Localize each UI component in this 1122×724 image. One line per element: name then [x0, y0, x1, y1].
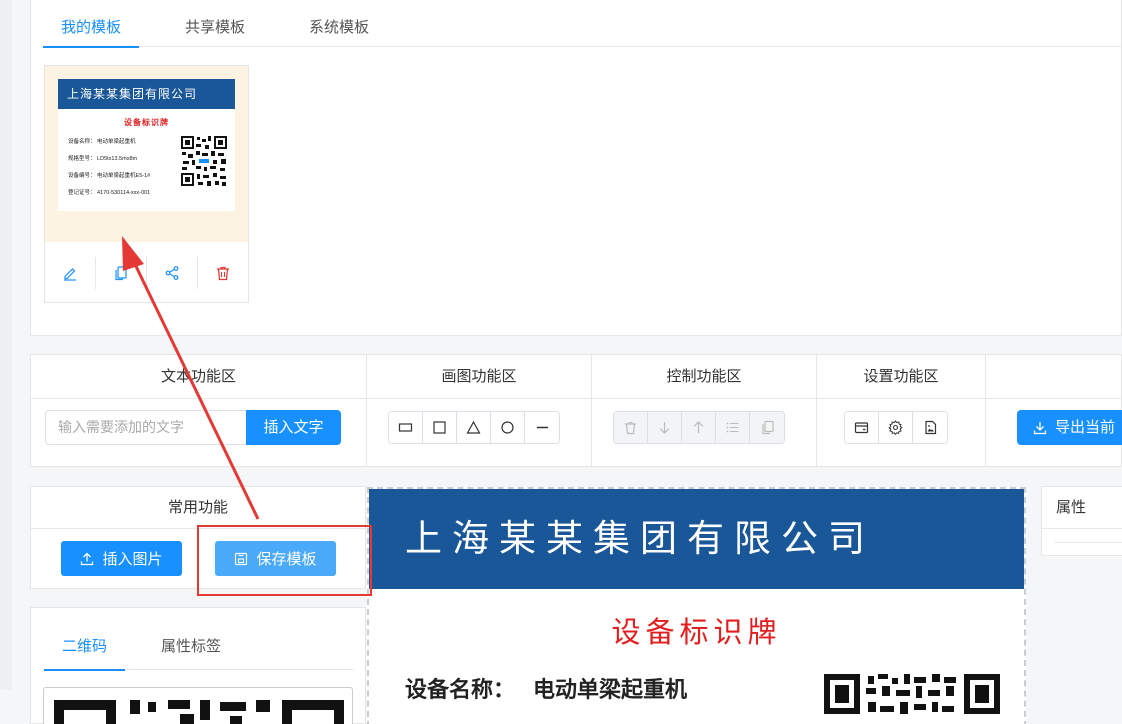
- arrow-down-icon: [659, 422, 670, 434]
- tab-shared-templates[interactable]: 共享模板: [167, 0, 263, 47]
- image-file-icon: [924, 420, 936, 435]
- draw-rect-button[interactable]: [389, 412, 423, 443]
- insert-image-label: 插入图片: [102, 551, 163, 568]
- layer-list-button[interactable]: [716, 412, 750, 443]
- properties-panel: 属性: [1041, 486, 1122, 556]
- tab-my-templates[interactable]: 我的模板: [43, 0, 140, 48]
- gear-icon: [888, 420, 903, 435]
- properties-title: 属性: [1042, 487, 1122, 529]
- card-settings-button[interactable]: [845, 412, 879, 443]
- draw-area-title: 画图功能区: [367, 355, 591, 399]
- arrow-up-icon: [693, 421, 704, 433]
- list-icon: [726, 422, 739, 433]
- preview-company: 上海某某集团有限公司: [58, 79, 235, 109]
- delete-icon: [625, 421, 636, 435]
- template-thumbnail[interactable]: 上海某某集团有限公司 设备标识牌 设备名称： 电动单梁起重机 规格型号： LD5…: [45, 66, 248, 242]
- canvas-qr-code[interactable]: [824, 674, 1000, 724]
- canvas-device-name-row[interactable]: 设备名称： 电动单梁起重机: [405, 672, 687, 704]
- draw-circle-button[interactable]: [491, 412, 525, 443]
- move-down-button[interactable]: [648, 412, 682, 443]
- image-settings-button[interactable]: [913, 412, 947, 443]
- design-canvas[interactable]: 上海某某集团有限公司 设备标识牌 设备名称： 电动单梁起重机: [367, 487, 1026, 724]
- draw-function-area: 画图功能区: [367, 355, 592, 466]
- preview-row: 设备编号： 电动单梁起重机E5-1#: [68, 173, 151, 179]
- control-area-title: 控制功能区: [592, 355, 816, 399]
- common-functions-title: 常用功能: [31, 487, 365, 529]
- copy-icon: [761, 420, 774, 435]
- download-icon: [1033, 421, 1047, 434]
- draw-tools: [388, 411, 560, 444]
- copy-icon: [115, 265, 127, 280]
- text-input[interactable]: 输入需要添加的文字: [45, 410, 247, 445]
- highlight-box: [197, 525, 372, 596]
- qr-panel: 二维码 属性标签: [30, 607, 366, 724]
- edit-template-button[interactable]: [45, 256, 96, 289]
- duplicate-element-button[interactable]: [750, 412, 784, 443]
- text-function-area: 文本功能区 输入需要添加的文字 插入文字: [31, 355, 367, 466]
- draw-line-button[interactable]: [525, 412, 559, 443]
- preview-row: 规格型号： LD5tx13.5mx8m: [68, 156, 138, 162]
- square-icon: [433, 421, 446, 434]
- line-icon: [536, 426, 548, 429]
- qr-tabs: 二维码 属性标签: [44, 608, 354, 671]
- canvas-company-header[interactable]: 上海某某集团有限公司: [369, 489, 1024, 589]
- qr-code-image: [54, 700, 344, 724]
- preview-rows: 设备名称： 电动单梁起重机 规格型号： LD5tx13.5mx8m 设备编号： …: [68, 134, 150, 202]
- qr-code-preview[interactable]: [43, 687, 353, 724]
- template-card[interactable]: 上海某某集团有限公司 设备标识牌 设备名称： 电动单梁起重机 规格型号： LD5…: [44, 65, 249, 303]
- template-tabs: 我的模板 共享模板 系统模板: [43, 0, 1122, 48]
- export-label: 导出当前: [1055, 419, 1116, 436]
- settings-area-title: 设置功能区: [817, 355, 985, 399]
- control-tools: [613, 411, 785, 444]
- text-area-title: 文本功能区: [31, 355, 366, 399]
- settings-button[interactable]: [879, 412, 913, 443]
- draw-triangle-button[interactable]: [457, 412, 491, 443]
- rectangle-wide-icon: [398, 423, 413, 432]
- tab-system-templates[interactable]: 系统模板: [291, 0, 387, 47]
- preview-row: 登记证号： 4170-530114-xxx-001: [68, 190, 151, 196]
- left-strip: [0, 0, 12, 690]
- delete-icon: [217, 266, 229, 280]
- insert-text-button[interactable]: 插入文字: [246, 410, 341, 445]
- preview-qr-code: [180, 135, 228, 187]
- canvas-row-value: 电动单梁起重机: [533, 677, 688, 702]
- settings-function-area: 设置功能区: [817, 355, 986, 466]
- preview-row: 设备名称： 电动单梁起重机: [68, 139, 136, 145]
- export-button[interactable]: 导出当前: [1017, 410, 1122, 445]
- share-template-button[interactable]: [147, 256, 198, 289]
- draw-square-button[interactable]: [423, 412, 457, 443]
- canvas-row-label: 设备名称：: [405, 677, 516, 702]
- export-area-title: [986, 355, 1122, 399]
- canvas-subtitle[interactable]: 设备标识牌: [369, 609, 1024, 651]
- preview-subtitle: 设备标识牌: [124, 118, 169, 127]
- insert-image-button[interactable]: 插入图片: [61, 541, 182, 576]
- edit-icon: [64, 267, 76, 281]
- circle-icon: [501, 421, 514, 434]
- control-function-area: 控制功能区: [592, 355, 817, 466]
- share-icon: [165, 265, 179, 280]
- triangle-icon: [466, 420, 481, 434]
- delete-element-button[interactable]: [614, 412, 648, 443]
- tab-qr-code[interactable]: 二维码: [44, 608, 126, 671]
- properties-divider: [1054, 542, 1122, 543]
- templates-panel: 我的模板 共享模板 系统模板 上海某某集团有限公司 设备标识牌 设备名称： 电动…: [30, 0, 1122, 336]
- move-up-button[interactable]: [682, 412, 716, 443]
- settings-tools: [844, 411, 948, 444]
- export-area: 导出当前: [986, 355, 1122, 466]
- template-actions: [45, 242, 248, 303]
- copy-template-button[interactable]: [96, 256, 147, 289]
- tab-attribute-label[interactable]: 属性标签: [143, 608, 239, 670]
- toolbar: 文本功能区 输入需要添加的文字 插入文字 画图功能区 控制功能区 设置功能区 导…: [30, 354, 1122, 467]
- card-icon: [854, 422, 869, 434]
- delete-template-button[interactable]: [198, 257, 248, 289]
- template-preview: 上海某某集团有限公司 设备标识牌 设备名称： 电动单梁起重机 规格型号： LD5…: [58, 79, 235, 211]
- upload-icon: [81, 552, 94, 565]
